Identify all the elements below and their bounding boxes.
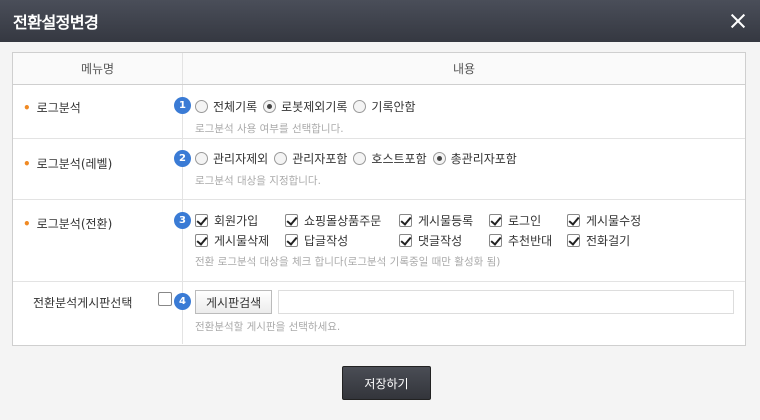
hint-text: 전환분석할 게시판을 선택하세요. [195,321,341,333]
bullet-icon: • [23,217,31,231]
radio-icon [195,99,208,113]
radio-include-admin[interactable]: 관리자포함 [274,150,347,167]
checkbox-login[interactable]: 로그인 [489,211,561,229]
row-label: • 로그분석(레벨) [13,139,183,199]
checkbox-shop-order[interactable]: 쇼핑몰상품주문 [285,211,393,229]
step-number-badge: 2 [174,150,191,167]
header-menu-name: 메뉴명 [13,53,183,84]
option-label: 댓글작성 [418,233,463,248]
checkbox-checked-icon [489,213,502,227]
radio-include-super-admin[interactable]: 총관리자포함 [432,150,517,167]
radio-include-host[interactable]: 호스트포함 [353,150,427,167]
checkbox-post-delete[interactable]: 게시물삭제 [195,231,279,249]
dialog-titlebar: 전환설정변경 [0,0,760,42]
row-label-text: 로그분석(전환) [36,217,113,231]
row-value: 2 관리자제외 관리자포함 호스트포함 총관리자포함 로그분석 대상을 지정합니… [174,139,745,199]
option-label: 쇼핑몰상품주문 [304,213,382,228]
checkbox-post-create[interactable]: 게시물등록 [399,211,483,229]
option-label: 총관리자포함 [450,151,517,166]
radio-icon [195,151,208,165]
row-label-text: 로그분석 [36,101,81,115]
row-label: 전환분석게시판선택 [13,282,183,344]
bullet-icon: • [23,101,31,115]
checkbox-checked-icon [195,213,208,227]
dialog-title: 전환설정변경 [13,13,99,32]
option-label: 로그인 [508,213,542,228]
option-label: 게시물수정 [586,213,642,228]
option-label: 기록안함 [371,99,416,114]
step-number-badge: 1 [174,97,191,114]
board-name-input[interactable] [278,290,735,314]
conversion-checkbox-grid: 회원가입 쇼핑몰상품주문 게시물등록 로그인 게시물수정 게시물삭제 답글작성 … [195,211,745,249]
radio-all-record[interactable]: 전체기록 [195,98,257,115]
row-log-analysis: • 로그분석 1 전체기록 로봇제외기록 기록안함 로그분석 사용 여부를 선택합… [13,85,745,139]
option-label: 게시물등록 [418,213,474,228]
option-label: 전화걸기 [586,233,631,248]
checkbox-comment-create[interactable]: 댓글작성 [399,231,483,249]
row-label-text: 전환분석게시판선택 [33,296,133,310]
hint-text: 로그분석 사용 여부를 선택합니다. [195,123,344,135]
header-content: 내용 [452,62,476,76]
row-value: 3 회원가입 쇼핑몰상품주문 게시물등록 로그인 게시물수정 게시물삭제 답글작… [174,200,745,281]
row-log-level: • 로그분석(레벨) 2 관리자제외 관리자포함 호스트포함 총관리자포함 로그분… [13,139,745,200]
checkbox-phone-call[interactable]: 전화걸기 [567,231,661,249]
option-label: 호스트포함 [371,151,427,166]
option-label: 게시물삭제 [214,233,270,248]
hint-text: 전환 로그분석 대상을 체크 합니다(로그분석 기록중일 때만 활성화 됨) [195,256,501,268]
radio-icon [274,151,288,165]
checkbox-checked-icon [399,213,412,227]
row-log-conversion: • 로그분석(전환) 3 회원가입 쇼핑몰상품주문 게시물등록 로그인 게시물수정… [13,200,745,282]
row-value: 4 게시판검색 전환분석할 게시판을 선택하세요. [174,282,745,344]
bullet-icon: • [23,157,31,171]
row-label: • 로그분석 [13,85,183,138]
checkbox-checked-icon [195,233,208,247]
row-label: • 로그분석(전환) [13,200,183,281]
checkbox-reply-create[interactable]: 답글작성 [285,231,393,249]
row-label-text: 로그분석(레벨) [36,157,113,171]
step-number-badge: 3 [174,212,191,229]
radio-selected-icon [263,99,277,113]
table-header: 메뉴명 내용 [13,53,745,85]
settings-table: 메뉴명 내용 • 로그분석 1 전체기록 로봇제외기록 기록안함 로그분석 사용 … [12,52,746,346]
option-label: 추천반대 [508,233,553,248]
checkbox-checked-icon [285,233,298,247]
board-select-checkbox[interactable] [158,292,172,306]
radio-no-record[interactable]: 기록안함 [353,98,416,115]
row-value: 1 전체기록 로봇제외기록 기록안함 로그분석 사용 여부를 선택합니다. [174,85,745,138]
hint-text: 로그분석 대상을 지정합니다. [195,175,321,187]
checkbox-signup[interactable]: 회원가입 [195,211,279,229]
close-icon[interactable] [728,11,748,31]
option-label: 답글작성 [304,233,349,248]
radio-selected-icon [432,151,446,165]
option-label: 관리자포함 [292,151,348,166]
checkbox-checked-icon [399,233,412,247]
checkbox-checked-icon [567,233,580,247]
conversion-settings-dialog: 전환설정변경 메뉴명 내용 • 로그분석 1 전체기록 로봇제외기록 기록안함 로… [0,0,760,420]
radio-icon [353,99,367,113]
checkbox-post-edit[interactable]: 게시물수정 [567,211,661,229]
checkbox-checked-icon [285,213,298,227]
save-button[interactable]: 저장하기 [342,366,431,400]
radio-exclude-robot[interactable]: 로봇제외기록 [263,98,347,115]
radio-exclude-admin[interactable]: 관리자제외 [195,150,268,167]
checkbox-checked-icon [489,233,502,247]
checkbox-vote[interactable]: 추천반대 [489,231,561,249]
radio-icon [353,151,367,165]
option-label: 전체기록 [213,99,258,114]
row-board-select: 전환분석게시판선택 4 게시판검색 전환분석할 게시판을 선택하세요. [13,282,745,344]
option-label: 관리자제외 [213,151,269,166]
checkbox-checked-icon [567,213,580,227]
option-label: 로봇제외기록 [281,99,348,114]
board-search-button[interactable]: 게시판검색 [195,290,273,314]
option-label: 회원가입 [214,213,259,228]
step-number-badge: 4 [174,293,191,310]
